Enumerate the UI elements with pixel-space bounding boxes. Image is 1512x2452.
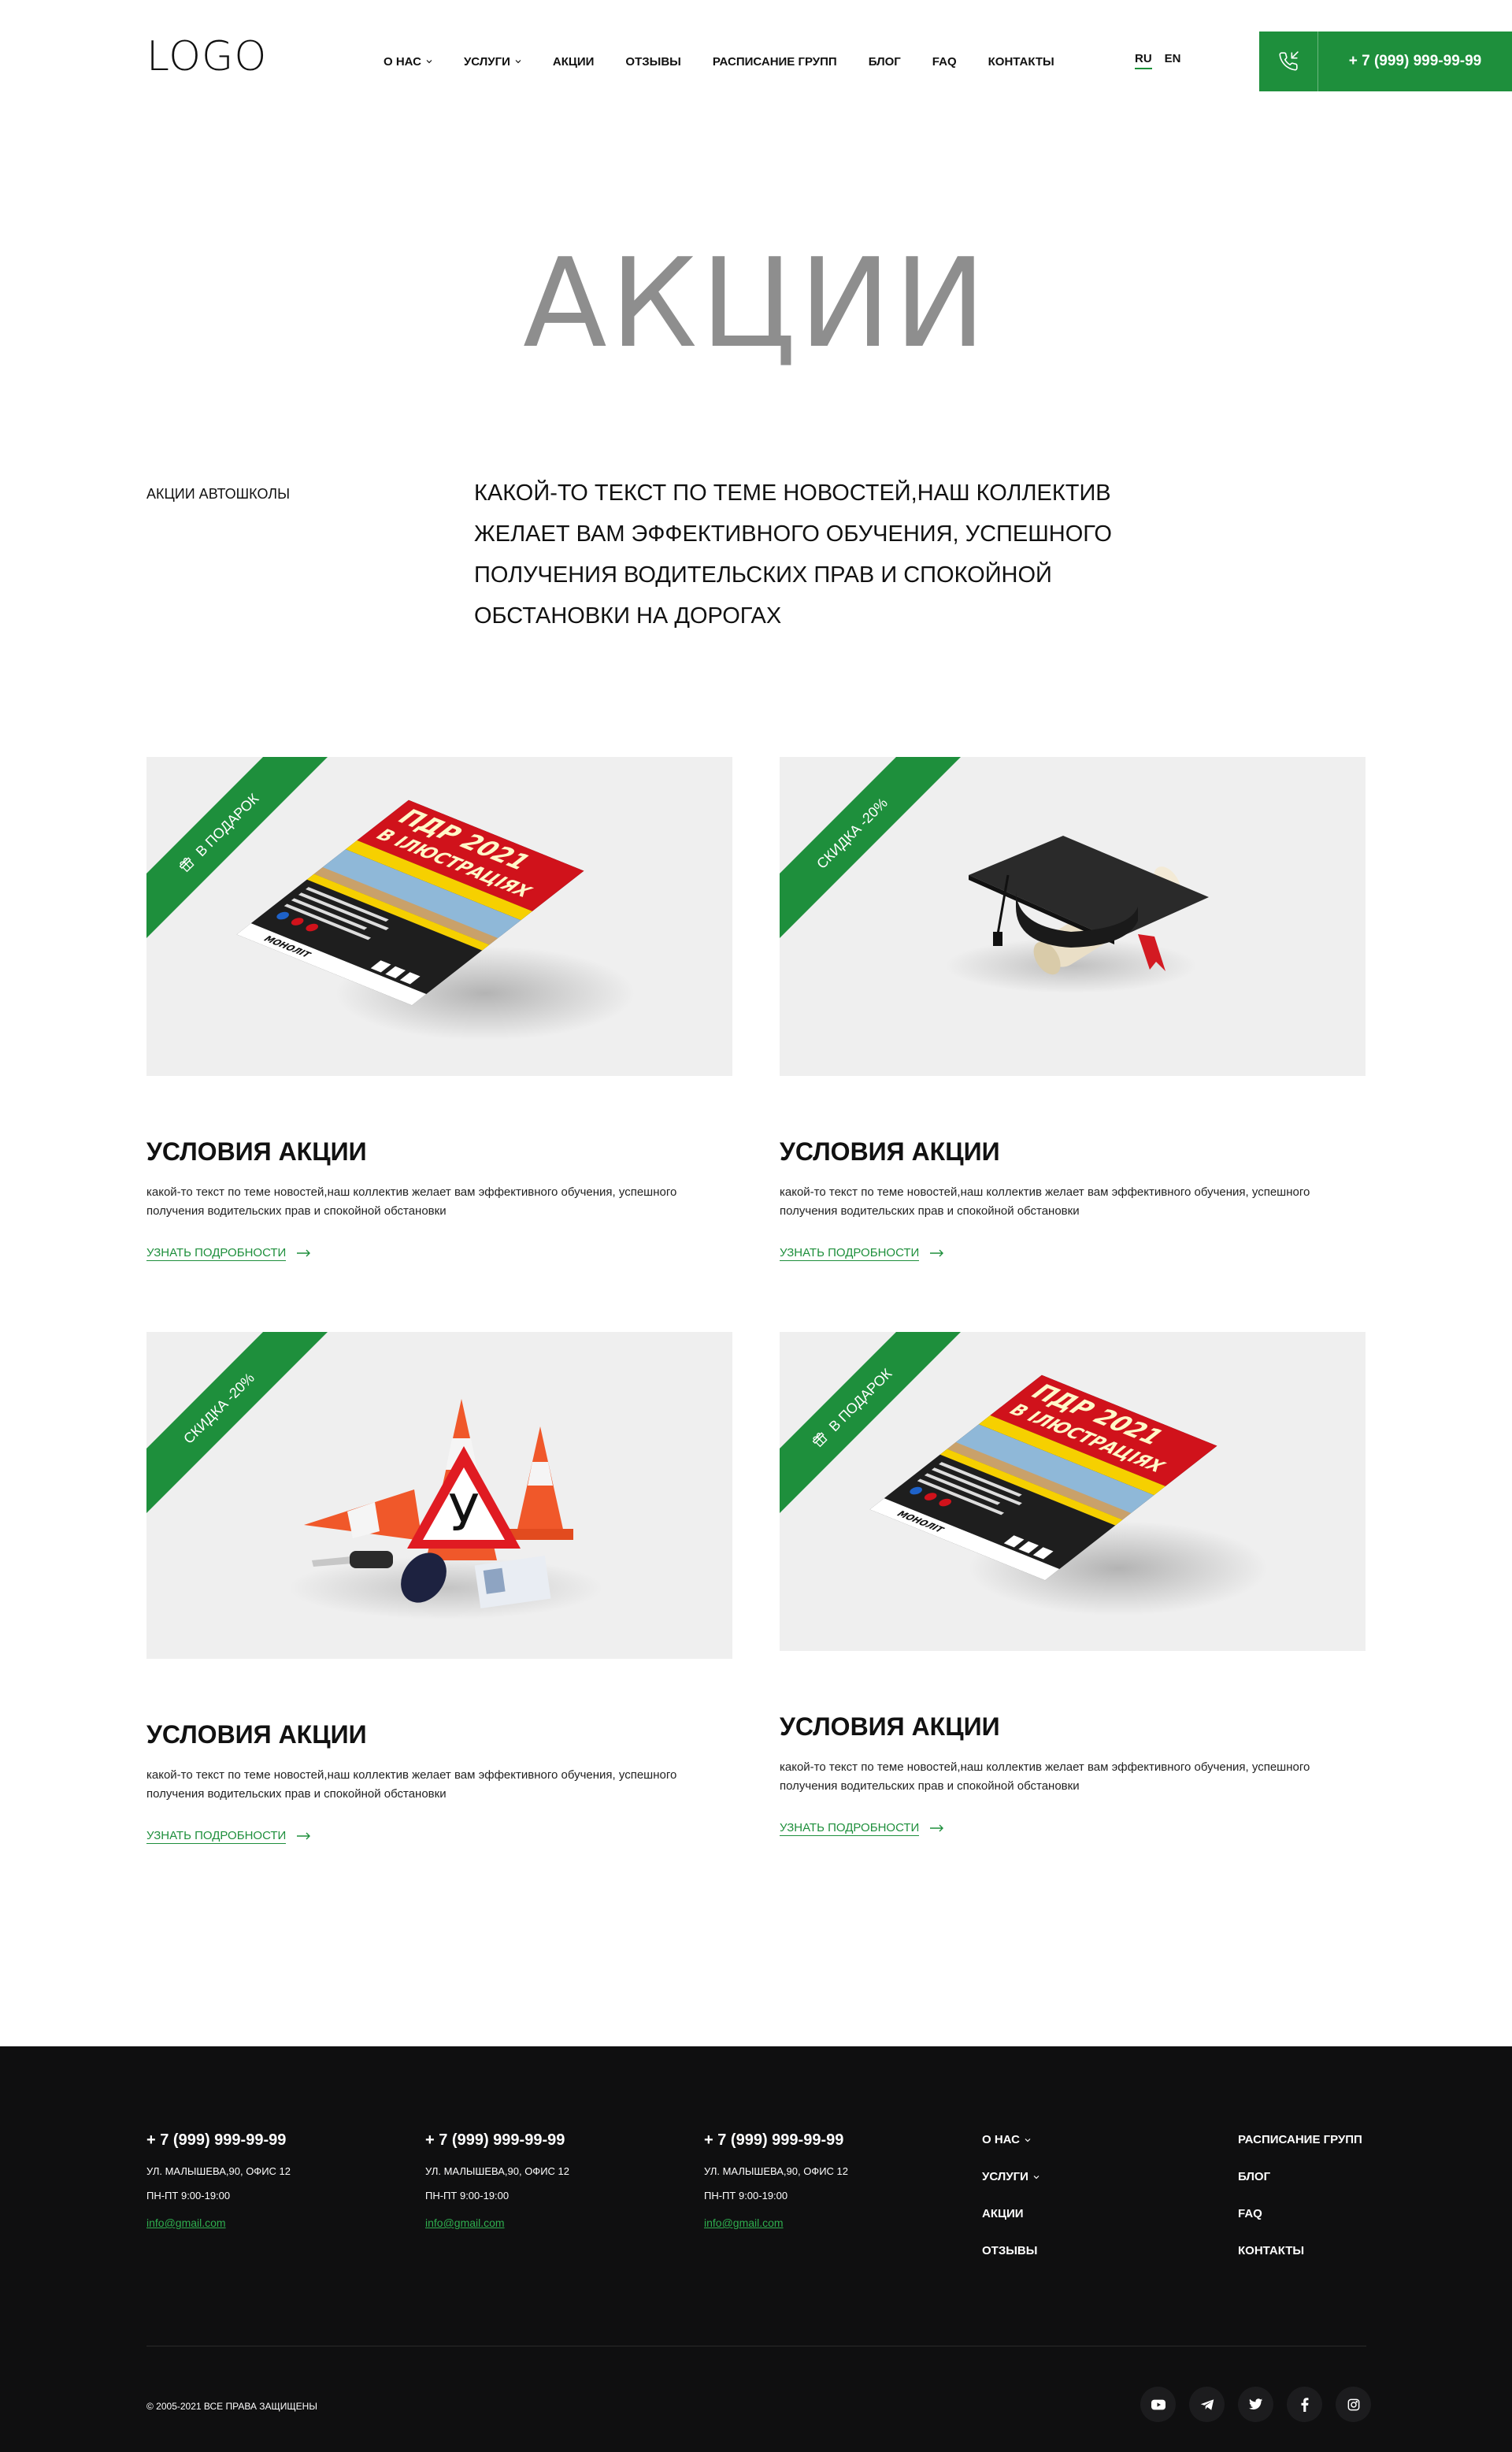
chevron-down-icon [1025, 2132, 1031, 2148]
arrow-right-icon [930, 1247, 944, 1260]
footer-nav-faq[interactable]: FAQ [1238, 2206, 1362, 2243]
footer-nav-promos[interactable]: АКЦИИ [982, 2206, 1040, 2243]
promo-title: УСЛОВИЯ АКЦИИ [146, 1720, 367, 1749]
footer-address: УЛ. МАЛЫШЕВА,90, ОФИС 12 [425, 2165, 569, 2177]
details-link[interactable]: УЗНАТЬ ПОДРОБНОСТИ [146, 1829, 311, 1844]
youtube-icon[interactable] [1140, 2387, 1176, 2422]
promo-description: какой-то текст по теме новостей,наш колл… [146, 1185, 677, 1218]
arrow-right-icon [297, 1247, 311, 1260]
details-link[interactable]: УЗНАТЬ ПОДРОБНОСТИ [146, 1246, 311, 1261]
details-link-label: УЗНАТЬ ПОДРОБНОСТИ [146, 1829, 287, 1844]
promo-image-cones[interactable]: У СКИДКА -20% [146, 1332, 732, 1659]
phone-number: + 7 (999) 999-99-99 [1348, 53, 1482, 69]
details-link-label: УЗНАТЬ ПОДРОБНОСТИ [780, 1246, 920, 1261]
details-link-label: УЗНАТЬ ПОДРОБНОСТИ [780, 1821, 920, 1836]
telegram-icon[interactable] [1189, 2387, 1225, 2422]
promo-card: СКИДКА -20% УСЛОВИЯ АКЦИИ какой-то текст… [780, 757, 1366, 1261]
promo-image-graduation[interactable]: СКИДКА -20% [780, 757, 1366, 1076]
nav-item-about[interactable]: О НАС [384, 55, 432, 69]
footer-nav-primary: О НАС УСЛУГИ АКЦИИ ОТЗЫВЫ [982, 2132, 1040, 2280]
gift-icon [808, 1427, 833, 1452]
footer-contact-block: + 7 (999) 999-99-99 УЛ. МАЛЫШЕВА,90, ОФИ… [704, 2129, 848, 2230]
footer-nav-about[interactable]: О НАС [982, 2132, 1040, 2169]
nav-item-label: УСЛУГИ [463, 54, 510, 69]
footer-email[interactable]: info@gmail.com [704, 2216, 848, 2230]
promo-title: УСЛОВИЯ АКЦИИ [780, 1712, 1000, 1741]
copyright: © 2005-2021 ВСЕ ПРАВА ЗАЩИЩЕНЫ [146, 2401, 317, 2412]
footer-address: УЛ. МАЛЫШЕВА,90, ОФИС 12 [704, 2165, 848, 2177]
nav-item-schedule[interactable]: РАСПИСАНИЕ ГРУПП [713, 55, 837, 69]
page-title: АКЦИИ [523, 232, 989, 375]
footer-hours: ПН-ПТ 9:00-19:00 [425, 2190, 510, 2202]
lang-ru[interactable]: RU [1135, 52, 1152, 69]
promo-card: У СКИДКА -20% УСЛОВИЯ АКЦИИ какой-то тек… [146, 1332, 732, 1844]
logo[interactable]: LOGO [146, 33, 267, 80]
footer-contact-block: + 7 (999) 999-99-99 УЛ. МАЛЫШЕВА,90, ОФИ… [146, 2129, 291, 2230]
main-nav: О НАС УСЛУГИ АКЦИИ ОТЗЫВЫ РАСПИСАНИЕ ГРУ… [384, 52, 1086, 71]
details-link[interactable]: УЗНАТЬ ПОДРОБНОСТИ [780, 1246, 944, 1261]
promo-image-book[interactable]: ПДР 2021 В ІЛЮСТРАЦІЯХ МОНОЛІТ В ПОДАРОК [780, 1332, 1366, 1651]
gift-icon [175, 852, 200, 877]
footer-nav-secondary: РАСПИСАНИЕ ГРУПП БЛОГ FAQ КОНТАКТЫ [1238, 2132, 1362, 2280]
promo-image-book[interactable]: ПДР 2021 В ІЛЮСТРАЦІЯХ МОНОЛІТ В ПОДАРОК [146, 757, 732, 1076]
facebook-icon[interactable] [1287, 2387, 1322, 2422]
nav-item-faq[interactable]: FAQ [932, 55, 957, 69]
chevron-down-icon [1033, 2169, 1040, 2185]
lang-en[interactable]: EN [1165, 52, 1181, 69]
social-links [1140, 2387, 1371, 2422]
footer-email[interactable]: info@gmail.com [146, 2216, 291, 2230]
footer-hours: ПН-ПТ 9:00-19:00 [146, 2190, 231, 2202]
footer-nav-contacts[interactable]: КОНТАКТЫ [1238, 2243, 1362, 2280]
footer-phone[interactable]: + 7 (999) 999-99-99 [425, 2129, 569, 2151]
chevron-down-icon [426, 58, 432, 65]
twitter-icon[interactable] [1238, 2387, 1273, 2422]
footer-nav-services[interactable]: УСЛУГИ [982, 2169, 1040, 2206]
site-header: LOGO О НАС УСЛУГИ АКЦИИ ОТЗЫВЫ РАСПИСАНИ… [0, 0, 1512, 95]
details-link[interactable]: УЗНАТЬ ПОДРОБНОСТИ [780, 1821, 944, 1836]
promo-title: УСЛОВИЯ АКЦИИ [146, 1137, 367, 1166]
promo-description: какой-то текст по теме новостей,наш колл… [780, 1185, 1310, 1218]
footer-nav-blog[interactable]: БЛОГ [1238, 2169, 1362, 2206]
chevron-down-icon [515, 58, 521, 65]
instagram-icon[interactable] [1336, 2387, 1371, 2422]
footer-nav-reviews[interactable]: ОТЗЫВЫ [982, 2243, 1040, 2280]
section-label: АКЦИИ АВТОШКОЛЫ [146, 486, 291, 502]
footer-nav-schedule[interactable]: РАСПИСАНИЕ ГРУПП [1238, 2132, 1362, 2169]
footer-address: УЛ. МАЛЫШЕВА,90, ОФИС 12 [146, 2165, 291, 2177]
intro-text: КАКОЙ-ТО ТЕКСТ ПО ТЕМЕ НОВОСТЕЙ,НАШ КОЛЛ… [474, 480, 1112, 629]
phone-button[interactable]: + 7 (999) 999-99-99 [1259, 32, 1512, 91]
footer-nav-label: УСЛУГИ [982, 2170, 1028, 2183]
student-driver-sign-letter: У [449, 1485, 480, 1543]
phone-incoming-icon [1259, 32, 1318, 91]
nav-item-services[interactable]: УСЛУГИ [464, 55, 521, 69]
site-footer: + 7 (999) 999-99-99 УЛ. МАЛЫШЕВА,90, ОФИ… [0, 2046, 1512, 2452]
arrow-right-icon [930, 1822, 944, 1835]
promo-card: ПДР 2021 В ІЛЮСТРАЦІЯХ МОНОЛІТ В ПОДАРОК… [146, 757, 732, 1261]
footer-hours: ПН-ПТ 9:00-19:00 [704, 2190, 788, 2202]
nav-item-blog[interactable]: БЛОГ [869, 55, 901, 69]
promo-card: ПДР 2021 В ІЛЮСТРАЦІЯХ МОНОЛІТ В ПОДАРОК… [780, 1332, 1366, 1836]
nav-item-promos[interactable]: АКЦИИ [553, 55, 595, 69]
promo-title: УСЛОВИЯ АКЦИИ [780, 1137, 1000, 1166]
footer-nav-label: О НАС [982, 2133, 1020, 2146]
language-switcher: RU EN [1135, 52, 1181, 69]
details-link-label: УЗНАТЬ ПОДРОБНОСТИ [146, 1246, 287, 1261]
nav-item-contacts[interactable]: КОНТАКТЫ [988, 55, 1054, 69]
arrow-right-icon [297, 1830, 311, 1843]
footer-contact-block: + 7 (999) 999-99-99 УЛ. МАЛЫШЕВА,90, ОФИ… [425, 2129, 569, 2230]
promo-description: какой-то текст по теме новостей,наш колл… [146, 1768, 677, 1801]
footer-phone[interactable]: + 7 (999) 999-99-99 [704, 2129, 848, 2151]
nav-item-reviews[interactable]: ОТЗЫВЫ [625, 55, 680, 69]
promo-description: какой-то текст по теме новостей,наш колл… [780, 1760, 1310, 1793]
footer-phone[interactable]: + 7 (999) 999-99-99 [146, 2129, 291, 2151]
nav-item-label: О НАС [384, 54, 421, 69]
footer-email[interactable]: info@gmail.com [425, 2216, 569, 2230]
